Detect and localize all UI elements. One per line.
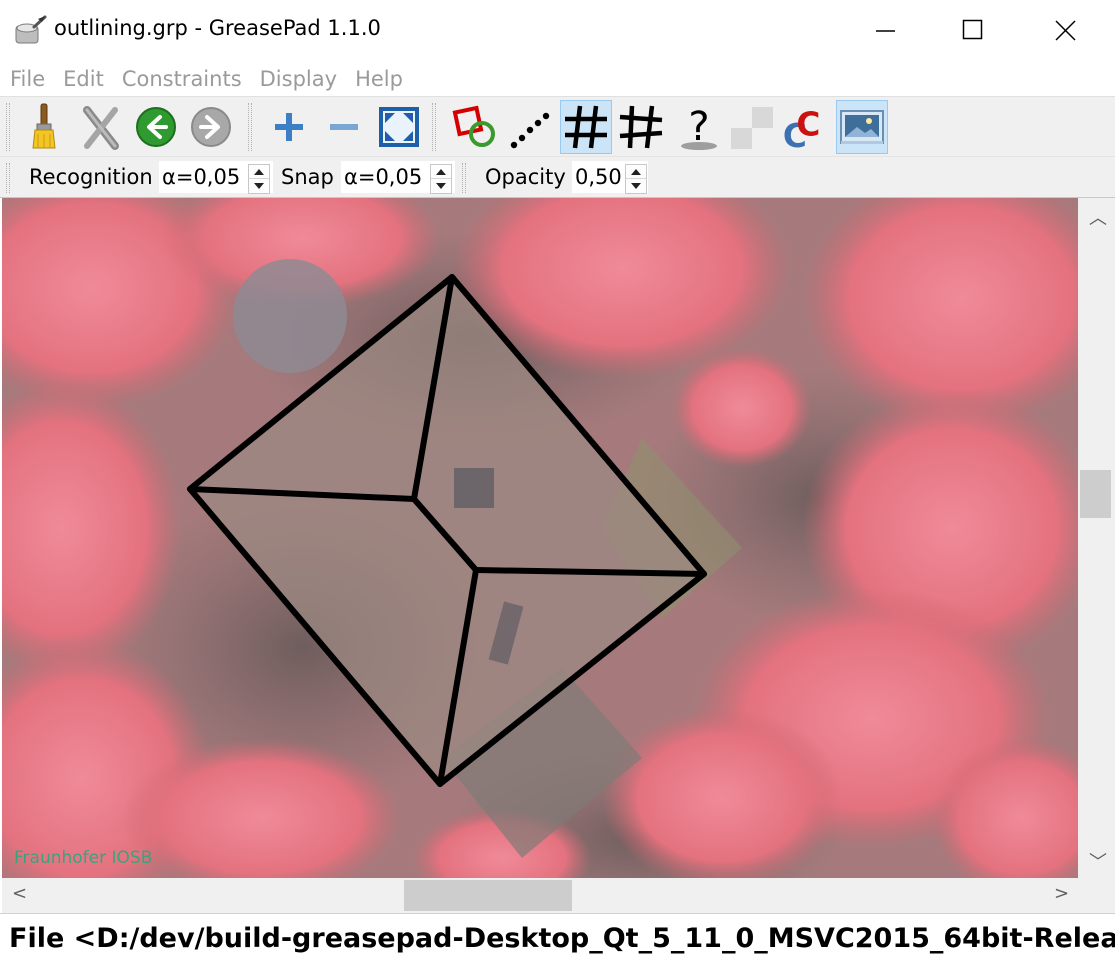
opacity-increase-button[interactable] (626, 165, 646, 179)
scroll-up-icon[interactable]: ︿ (1089, 204, 1107, 230)
ridge-segment[interactable] (187, 486, 417, 502)
paintbrush-icon (32, 103, 56, 149)
maximize-button[interactable] (927, 0, 1019, 62)
plus-icon (275, 113, 303, 141)
vertical-scrollbar[interactable]: ︿ ﹀ (1078, 198, 1115, 878)
window-title: outlining.grp - GreasePad 1.1.0 (54, 16, 381, 40)
drawing-canvas[interactable]: Fraunhofer IOSB (2, 198, 1078, 878)
checker-tiles-icon (731, 107, 773, 149)
main-toolbar: ? C C (0, 96, 1115, 156)
menu-constraints[interactable]: Constraints (122, 67, 242, 91)
ridge-segment[interactable] (411, 496, 479, 573)
horizontal-scroll-thumb[interactable] (404, 880, 572, 911)
undo-button[interactable] (130, 100, 182, 154)
recognition-increase-button[interactable] (249, 165, 269, 179)
ridge-segment[interactable] (411, 274, 455, 502)
chevron-up-icon (254, 168, 264, 175)
minimize-button[interactable] (840, 0, 932, 62)
menu-help[interactable]: Help (355, 67, 403, 91)
status-message: File <D:/dev/build-greasepad-Desktop_Qt_… (9, 923, 1115, 954)
colorize-button[interactable]: C C (780, 100, 832, 154)
title-bar: outlining.grp - GreasePad 1.1.0 (0, 0, 1115, 62)
fit-in-view-button[interactable] (373, 100, 425, 154)
ridge-segment[interactable] (437, 567, 479, 787)
chevron-up-icon (631, 168, 641, 175)
constraint-square-circle-icon (452, 105, 495, 147)
show-uncertainty-button[interactable]: ? (673, 100, 725, 154)
fit-view-icon (379, 107, 419, 147)
show-unconstrained-button[interactable] (615, 100, 667, 154)
vertical-scroll-thumb[interactable] (1080, 470, 1111, 518)
outline-polygon[interactable] (187, 274, 707, 787)
sketch-overlay (187, 274, 707, 787)
scroll-left-icon[interactable]: < (12, 883, 27, 904)
menu-edit[interactable]: Edit (63, 67, 104, 91)
parameter-toolbar: Recognition α=0,05 Snap α=0,05 Opacity 0… (0, 156, 1115, 198)
toolbar-grip[interactable] (6, 103, 10, 151)
recognition-label: Recognition (29, 165, 153, 189)
toolbar-grip[interactable] (248, 103, 252, 151)
close-button[interactable] (1021, 0, 1113, 62)
chevron-up-icon (436, 168, 446, 175)
hash-segments-icon (565, 105, 607, 149)
toolbar-grip[interactable] (6, 163, 10, 193)
greasepad-app-icon (15, 15, 47, 44)
snap-increase-button[interactable] (431, 165, 451, 179)
hash-unconstrained-icon (619, 105, 663, 149)
arrow-right-circle-icon (191, 107, 231, 147)
recognition-decrease-button[interactable] (249, 179, 269, 193)
dotted-stroke-icon (510, 112, 550, 149)
svg-text:?: ? (688, 104, 709, 150)
c-colors-icon: C C (783, 106, 820, 152)
show-background-image-button[interactable] (836, 100, 888, 154)
show-constraints-button[interactable] (448, 100, 500, 154)
redo-button[interactable] (185, 100, 237, 154)
opacity-decrease-button[interactable] (626, 179, 646, 193)
show-strokes-button[interactable] (504, 100, 556, 154)
zoom-in-button[interactable] (263, 100, 315, 154)
chevron-down-icon (254, 183, 264, 189)
arrow-left-circle-icon (136, 107, 176, 147)
svg-text:C: C (796, 106, 820, 144)
snap-label: Snap (281, 165, 334, 189)
horizontal-scrollbar[interactable]: < > (2, 878, 1078, 913)
show-segments-button[interactable] (560, 100, 612, 154)
maximize-icon (962, 19, 983, 40)
clear-all-button[interactable] (18, 100, 70, 154)
image-credit: Fraunhofer IOSB (14, 848, 153, 868)
menu-bar: File Edit Constraints Display Help (0, 62, 1115, 96)
zoom-out-button[interactable] (318, 100, 370, 154)
ridge-segment[interactable] (473, 567, 707, 577)
opacity-spinbox[interactable]: 0,50 (572, 161, 648, 194)
scrollbar-corner (1078, 878, 1115, 913)
show-background-tiles-button[interactable] (725, 100, 777, 154)
close-icon (1055, 20, 1076, 41)
opacity-label: Opacity (485, 165, 566, 189)
status-bar: File <D:/dev/build-greasepad-Desktop_Qt_… (0, 913, 1115, 961)
opacity-value[interactable]: 0,50 (575, 165, 622, 189)
menu-display[interactable]: Display (260, 67, 337, 91)
recognition-value[interactable]: α=0,05 (162, 165, 240, 189)
opacity-spin-buttons (625, 164, 647, 194)
image-icon (840, 110, 884, 144)
recognition-spinbox[interactable]: α=0,05 (159, 161, 273, 194)
chevron-down-icon (436, 183, 446, 189)
toolbar-grip[interactable] (432, 103, 436, 151)
scroll-right-icon[interactable]: > (1054, 883, 1069, 904)
chevron-down-icon (631, 183, 641, 189)
snap-spinbox[interactable]: α=0,05 (341, 161, 455, 194)
question-icon: ? (681, 104, 717, 150)
snap-decrease-button[interactable] (431, 179, 451, 193)
minus-icon (330, 124, 358, 130)
snap-spin-buttons (430, 164, 452, 194)
menu-file[interactable]: File (10, 67, 45, 91)
scroll-down-icon[interactable]: ﹀ (1089, 848, 1107, 874)
snap-value[interactable]: α=0,05 (344, 165, 422, 189)
scissors-x-icon (83, 106, 119, 150)
delete-selection-button[interactable] (75, 100, 127, 154)
toolbar-grip[interactable] (462, 163, 466, 193)
recognition-spin-buttons (248, 164, 270, 194)
minimize-icon (876, 30, 895, 32)
